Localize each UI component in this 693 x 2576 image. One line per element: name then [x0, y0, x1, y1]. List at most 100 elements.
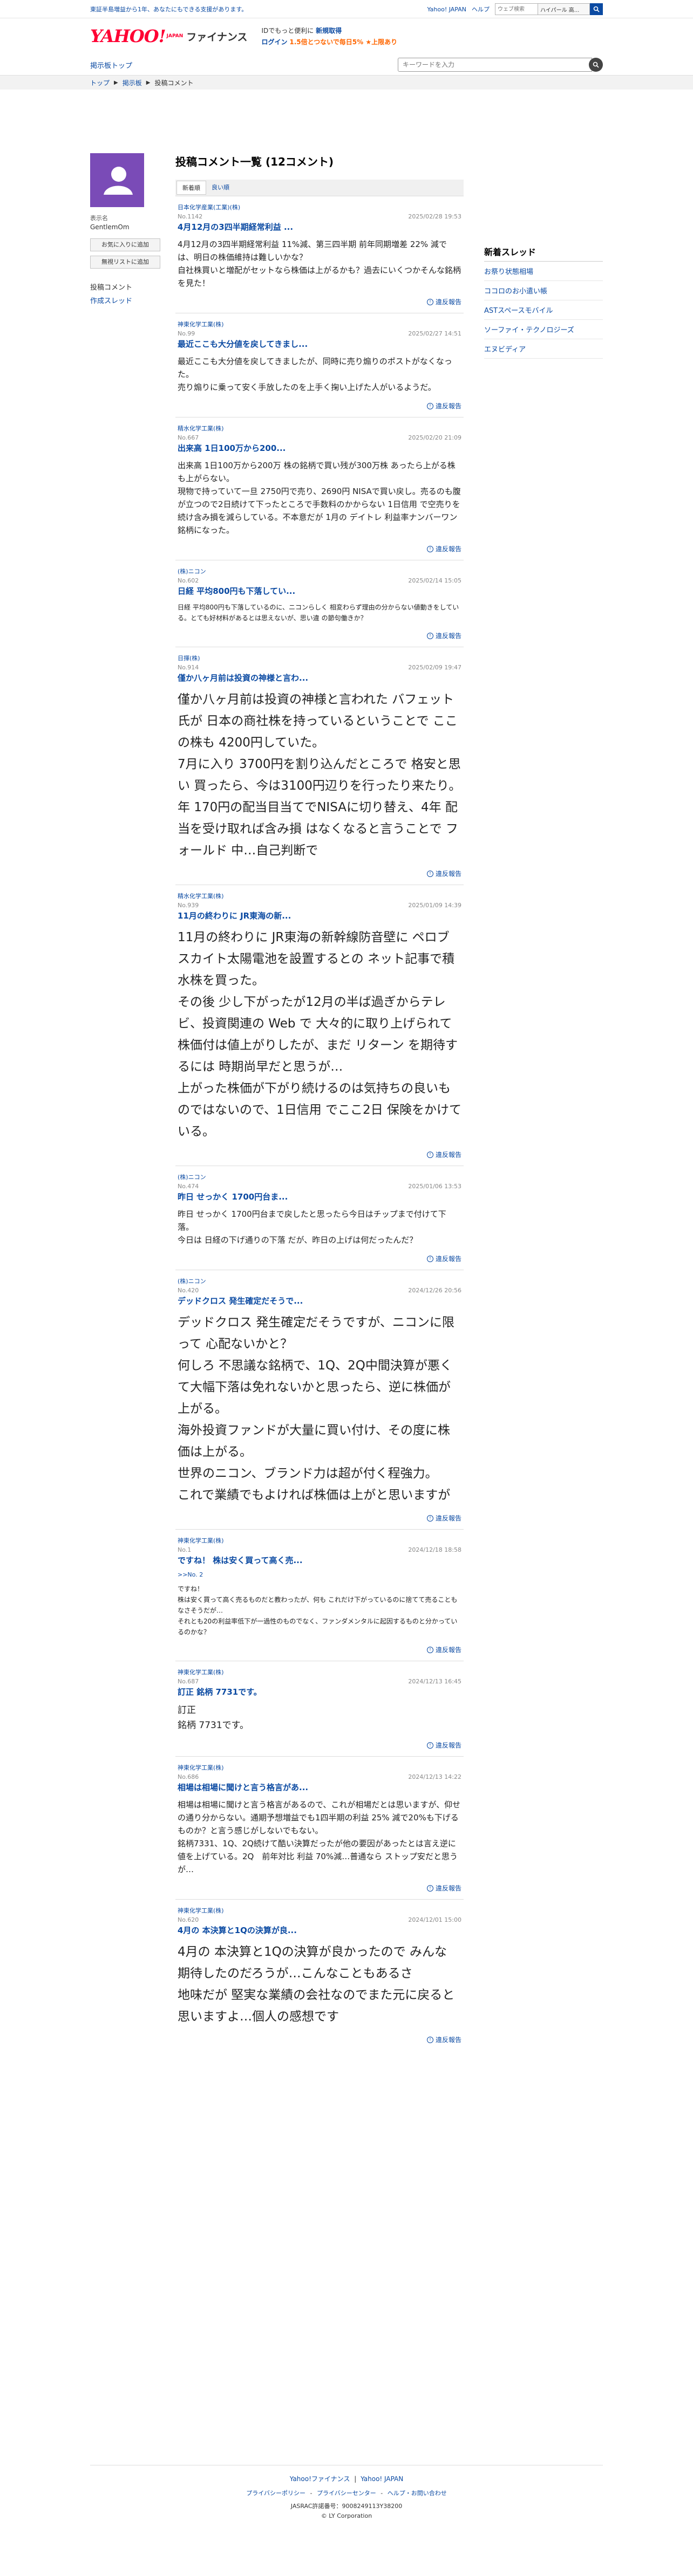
reply-to-link[interactable]: >>No. 2 — [178, 1571, 461, 1578]
board-search-button[interactable] — [589, 58, 603, 72]
report-button[interactable]: ! 違反報告 — [178, 1513, 461, 1523]
comment-stock-link[interactable]: 精水化学工業(株) — [178, 893, 224, 900]
report-button[interactable]: ! 違反報告 — [178, 1645, 461, 1654]
user-meta-label: 表示名 — [90, 215, 108, 222]
top-notice-link[interactable]: 東証半島増益から1年、あなたにもできる支援があります。 — [90, 5, 247, 13]
report-button[interactable]: ! 違反報告 — [178, 401, 461, 410]
comment-body: 4月の 本決算と1Qの決算が良かったので みんな 期待したのだろうが…こんなこと… — [178, 1945, 455, 2024]
comment-stock-link[interactable]: (株)ニコン — [178, 1174, 206, 1181]
comment-card: 精水化学工業(株) No.667 2025/02/20 21:09 出来高 1日100… — [175, 417, 464, 560]
comment-title-link[interactable]: 出来高 1日100万から200... — [178, 442, 461, 454]
comment-stock-link[interactable]: 精水化学工業(株) — [178, 425, 224, 432]
login-link[interactable]: ログイン — [262, 38, 288, 46]
footer-link-privacy-center[interactable]: プライバシーセンター — [317, 2490, 376, 2497]
user-sidebar: 表示名 GentlemOm お気に入りに追加 無視リストに追加 投稿コメント 作… — [90, 153, 166, 2051]
comment-stock-link[interactable]: 神東化学工業(株) — [178, 1669, 224, 1676]
report-button[interactable]: ! 違反報告 — [178, 631, 461, 640]
comment-body: 11月の終わりに JR東海の新幹線防音壁に ペロブスカイト太陽電池を設置するとの… — [178, 930, 461, 1139]
comment-title-link[interactable]: 昨日 せっかく 1700円台ま... — [178, 1191, 461, 1202]
report-label: 違反報告 — [435, 1151, 461, 1159]
comment-stock-link[interactable]: 神東化学工業(株) — [178, 1537, 224, 1544]
comment-title-link[interactable]: 4月の 本決算と1Qの決算が良... — [178, 1924, 461, 1936]
report-button[interactable]: ! 違反報告 — [178, 1883, 461, 1893]
comment-stock-link[interactable]: 神東化学工業(株) — [178, 1764, 224, 1771]
yahoo-finance-logo[interactable]: YAHOO! JAPAN ファイナンス — [90, 26, 248, 46]
comment-stock-link[interactable]: 日揮(株) — [178, 655, 200, 662]
comment-stock-link[interactable]: 神東化学工業(株) — [178, 321, 224, 328]
board-search — [398, 58, 603, 72]
comment-card: 神東化学工業(株) No.687 2024/12/13 16:45 訂正 銘柄 773… — [175, 1661, 464, 1756]
comment-stock-link[interactable]: 日本化学産業(工業)(株) — [178, 204, 240, 211]
breadcrumb-board[interactable]: 掲示板 — [123, 78, 142, 87]
comment-meta: No.687 2024/12/13 16:45 — [178, 1678, 461, 1685]
breadcrumb-top[interactable]: トップ — [90, 78, 110, 87]
report-button[interactable]: ! 違反報告 — [178, 1254, 461, 1263]
nav-comments[interactable]: 投稿コメント — [90, 282, 166, 292]
comment-title-link[interactable]: ですね！ 株は安く買って高く売... — [178, 1554, 461, 1566]
comment-title-link[interactable]: 日経 平均800円も下落してい... — [178, 585, 461, 597]
report-label: 違反報告 — [435, 1885, 461, 1892]
top-info-bar: 東証半島増益から1年、あなたにもできる支援があります。 Yahoo! JAPAN… — [0, 0, 693, 18]
paypay-promo[interactable]: 1.5倍とつないで毎日5% ★上限あり — [289, 38, 397, 46]
warning-icon: ! — [426, 1255, 433, 1262]
footer-link-help[interactable]: ヘルプ・お問い合わせ — [388, 2490, 447, 2497]
comment-card: 日揮(株) No.914 2025/02/09 19:47 僅か八ヶ月前は投資の神様と… — [175, 647, 464, 885]
comment-title-link[interactable]: 11月の終わりに JR東海の新... — [178, 910, 461, 921]
comment-number: No.620 — [178, 1916, 199, 1923]
board-home-link[interactable]: 掲示板トップ — [90, 60, 132, 70]
comment-title-link[interactable]: 相場は相場に聞けと言う格言があ... — [178, 1782, 461, 1793]
top-search-input[interactable] — [495, 3, 538, 15]
thread-link[interactable]: ソーファイ・テクノロジーズ — [484, 320, 603, 339]
warning-icon: ! — [426, 1885, 433, 1892]
comment-stock-link[interactable]: (株)ニコン — [178, 568, 206, 575]
thread-link[interactable]: エヌビディア — [484, 339, 603, 359]
footer-link-privacy[interactable]: プライバシーポリシー — [246, 2490, 305, 2497]
yahoo-japan-link[interactable]: Yahoo! JAPAN — [427, 6, 466, 13]
report-label: 違反報告 — [435, 1515, 461, 1522]
report-label: 違反報告 — [435, 298, 461, 306]
tab-likes[interactable]: 良い順 — [206, 181, 235, 195]
top-search-select[interactable]: ハイパール 高... — [538, 3, 590, 15]
comment-stock-link[interactable]: 神東化学工業(株) — [178, 1907, 224, 1914]
thread-link[interactable]: ココロのお小遣い帳 — [484, 281, 603, 300]
comment-title-link[interactable]: 最近ここも大分値を戻してきまし... — [178, 338, 461, 350]
add-ignore-button[interactable]: 無視リストに追加 — [90, 256, 160, 269]
thread-link[interactable]: ASTスペースモバイル — [484, 300, 603, 320]
comment-number: No.474 — [178, 1183, 199, 1190]
top-search-button[interactable] — [590, 3, 603, 15]
board-search-input[interactable] — [398, 58, 592, 72]
comment-title-link[interactable]: 僅か八ヶ月前は投資の神様と言わ... — [178, 672, 461, 683]
comment-number: No.686 — [178, 1773, 199, 1780]
new-threads-title: 新着スレッド — [484, 245, 603, 262]
report-label: 違反報告 — [435, 1742, 461, 1749]
comment-body: 日経 平均800円も下落しているのに、ニコンらしく 相変わらず理由の分からない値… — [178, 604, 459, 622]
comment-title-link[interactable]: デッドクロス 発生確定だそうで... — [178, 1295, 461, 1306]
report-button[interactable]: ! 違反報告 — [178, 297, 461, 306]
comment-meta: No.420 2024/12/26 20:56 — [178, 1287, 461, 1294]
comment-title-link[interactable]: 訂正 銘柄 7731です。 — [178, 1686, 461, 1697]
add-favorite-button[interactable]: お気に入りに追加 — [90, 238, 160, 251]
comment-title-link[interactable]: 4月12月の3四半期経常利益 ... — [178, 221, 461, 232]
tab-newest[interactable]: 新着順 — [176, 181, 206, 195]
report-button[interactable]: ! 違反報告 — [178, 1741, 461, 1750]
report-button[interactable]: ! 違反報告 — [178, 544, 461, 553]
comment-number: No.602 — [178, 577, 199, 584]
report-button[interactable]: ! 違反報告 — [178, 2035, 461, 2044]
warning-icon: ! — [426, 545, 433, 552]
footer-link-finance[interactable]: Yahoo!ファイナンス — [290, 2475, 350, 2483]
logo-japan: JAPAN — [166, 33, 184, 39]
report-button[interactable]: ! 違反報告 — [178, 1150, 461, 1159]
report-button[interactable]: ! 違反報告 — [178, 869, 461, 878]
search-icon — [593, 61, 599, 68]
comment-meta: No.1 2024/12/18 18:58 — [178, 1546, 461, 1553]
comment-meta: No.620 2024/12/01 15:00 — [178, 1916, 461, 1923]
header-promo: IDでもっと便利に 新規取得 ログイン 1.5倍とつないで毎日5% ★上限あり — [262, 26, 398, 46]
nav-threads[interactable]: 作成スレッド — [90, 297, 132, 305]
footer-links-secondary: プライバシーポリシー - プライバシーセンター - ヘルプ・お問い合わせ — [246, 2490, 447, 2497]
help-link[interactable]: ヘルプ — [472, 5, 490, 13]
sort-tabs: 新着順 良い順 — [175, 180, 464, 196]
signup-link[interactable]: 新規取得 — [316, 27, 342, 35]
thread-link[interactable]: お祭り状態相場 — [484, 262, 603, 281]
footer-link-yahoo[interactable]: Yahoo! JAPAN — [361, 2475, 403, 2483]
comment-stock-link[interactable]: (株)ニコン — [178, 1278, 206, 1285]
